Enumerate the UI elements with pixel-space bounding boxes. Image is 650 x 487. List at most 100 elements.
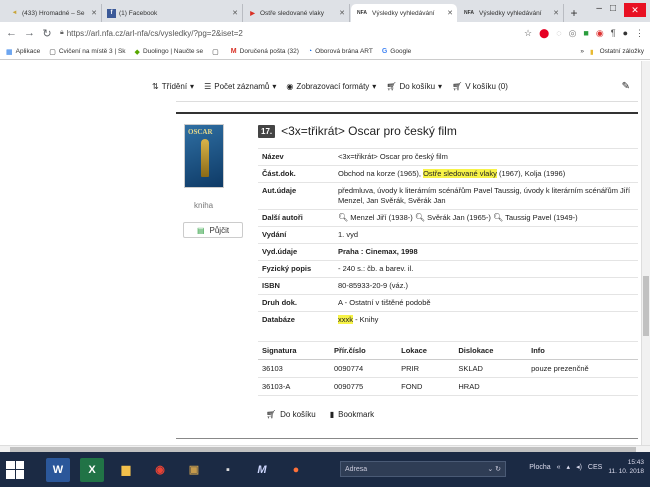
network-icon[interactable]: ▴	[567, 463, 571, 471]
extension-icon[interactable]: ◎	[569, 28, 577, 39]
chrome-icon[interactable]: ◉	[148, 458, 172, 482]
pinterest-icon[interactable]: ⬤	[539, 28, 549, 39]
extension-icon[interactable]: ¶	[611, 28, 616, 38]
minimize-icon[interactable]: –	[596, 3, 602, 17]
field-label: Databáze	[258, 311, 334, 328]
clock[interactable]: 15:43 11. 10. 2018	[608, 458, 644, 476]
count-dropdown[interactable]: ☰ Počet záznamů ▾	[204, 82, 276, 91]
column-header: Lokace	[397, 341, 455, 360]
list-icon: ☰	[204, 81, 212, 91]
eye-icon: ◉	[286, 81, 294, 91]
lock-icon: 🔒︎	[60, 29, 64, 36]
publisher-text: Praha : Cinemax, 1998	[338, 247, 418, 256]
menu-icon[interactable]: ⋮	[635, 28, 644, 39]
close-icon[interactable]: ✕	[339, 9, 345, 17]
reload-icon[interactable]: ↻	[42, 27, 52, 40]
bookmark-label: Aplikace	[15, 48, 41, 55]
field-label: Druh dok.	[258, 294, 334, 312]
field-value: 🔍︎ Menzel Jiří (1938-) 🔍︎ Svěrák Jan (19…	[334, 209, 638, 227]
volume-icon[interactable]: ◂)	[576, 463, 582, 471]
field-value: <3x=třikrát> Oscar pro český film	[334, 148, 638, 166]
firefox-icon[interactable]: ●	[284, 458, 308, 482]
bookmark-item[interactable]: ◆ Duolingo | Naučte se	[135, 48, 204, 56]
cart-icon: 🛒︎	[266, 410, 277, 419]
sort-dropdown[interactable]: ⇅ Třídění ▾	[152, 82, 194, 91]
bookmark-item[interactable]: G Google	[382, 48, 411, 55]
windows-start-icon[interactable]	[6, 460, 24, 479]
maximize-icon[interactable]: □	[610, 3, 616, 17]
to-cart-dropdown[interactable]: 🛒︎ Do košíku ▾	[386, 82, 442, 91]
browser-tab[interactable]: f (1) Facebook ✕	[103, 4, 243, 22]
taskbar: W X ▆ ◉ ▣ ▪ M ● Adresa ⌄ ↻ Plocha « ▴ ◂)…	[0, 452, 650, 487]
window-close-button[interactable]: ✕	[624, 3, 646, 17]
app-icon[interactable]: ▪	[216, 458, 240, 482]
horizontal-scrollbar[interactable]	[0, 445, 650, 452]
apps-icon: ▦	[6, 48, 13, 56]
vertical-scrollbar[interactable]	[641, 61, 650, 445]
clock-date: 11. 10. 2018	[608, 468, 644, 475]
bookmark-item[interactable]: ▢ Cvičení na místě 3 | Sk	[49, 48, 125, 56]
tab-favicon-icon: ▶	[250, 10, 255, 17]
to-cart-label: Do košíku	[399, 81, 436, 91]
add-to-cart-label: Do košíku	[280, 410, 316, 419]
close-icon[interactable]: ✕	[232, 9, 238, 17]
file-explorer-icon[interactable]: ▆	[114, 458, 138, 482]
table-cell: 36103	[258, 359, 331, 378]
browser-tab-active[interactable]: NFA Výsledky vyhledávání ✕	[351, 4, 457, 22]
field-label: Název	[258, 148, 334, 166]
bookmark-item[interactable]: ◔ Oborová brána ART	[308, 48, 373, 55]
extension-icon[interactable]: ◌	[556, 28, 561, 38]
forward-icon[interactable]: →	[24, 27, 35, 39]
author-link[interactable]: 🔍︎ Taussig Pavel (1949-)	[493, 213, 578, 222]
author-link[interactable]: 🔍︎ Menzel Jiří (1938-)	[338, 213, 413, 222]
language-indicator[interactable]: CES	[588, 464, 602, 471]
table-row: Název <3x=třikrát> Oscar pro český film	[258, 148, 638, 166]
pin-icon[interactable]: ✎	[622, 81, 630, 92]
add-to-cart-button[interactable]: 🛒︎ Do košíku	[266, 410, 316, 419]
field-label: Vyd.údaje	[258, 243, 334, 261]
browser-tab[interactable]: ▶ Ostře sledované vlaky ✕	[244, 4, 350, 22]
book-cover[interactable]: OSCAR	[184, 124, 224, 188]
highlighted-term: Ostře sledované vlaky	[423, 169, 497, 178]
extension-icon[interactable]: ◉	[596, 28, 604, 39]
app-icon[interactable]: ▣	[182, 458, 206, 482]
star-icon[interactable]: ☆	[524, 28, 532, 39]
other-bookmarks[interactable]: » ▮ Ostatní záložky	[580, 48, 644, 56]
close-icon[interactable]: ✕	[553, 9, 559, 17]
bookmark-item[interactable]: ▢	[212, 48, 222, 56]
app-icon[interactable]: M	[250, 458, 274, 482]
nfa-icon: NFA	[464, 10, 474, 16]
borrow-icon: ▤	[196, 225, 205, 235]
bookmark-item[interactable]: ▦ Aplikace	[6, 48, 40, 56]
taskbar-address-field[interactable]: Adresa ⌄ ↻	[340, 461, 506, 477]
browser-tab[interactable]: ◄ (433) Hromadné – Se ✕	[6, 4, 102, 22]
bookmark-button[interactable]: ▮ Bookmark	[330, 410, 374, 419]
new-tab-button[interactable]: +	[565, 4, 583, 22]
profile-avatar[interactable]: ●	[623, 28, 628, 38]
close-icon[interactable]: ✕	[447, 9, 453, 17]
borrow-button[interactable]: ▤ Půjčit	[183, 222, 243, 238]
column-header: Dislokace	[454, 341, 528, 360]
extension-icon[interactable]: ■	[583, 28, 588, 38]
bookmark-item[interactable]: M Doručená pošta (32)	[231, 48, 299, 55]
author-link[interactable]: 🔍︎ Svěrák Jan (1965-)	[415, 213, 491, 222]
address-bar[interactable]: 🔒︎ https://arl.nfa.cz/arl-nfa/cs/vysledk…	[60, 25, 516, 41]
word-icon[interactable]: W	[46, 457, 70, 482]
formats-dropdown[interactable]: ◉ Zobrazovací formáty ▾	[286, 82, 376, 91]
excel-icon[interactable]: X	[80, 457, 104, 482]
column-header: Přír.číslo	[330, 341, 398, 360]
in-cart-link[interactable]: 🛒︎ V košíku (0)	[452, 82, 508, 91]
table-row: Druh dok. A - Ostatní v tištěné podobě	[258, 294, 638, 312]
record-title-link[interactable]: <3x=třikrát> Oscar pro český film	[281, 124, 457, 138]
author-name: Taussig Pavel (1949-)	[505, 213, 578, 222]
back-icon[interactable]: ←	[6, 27, 17, 39]
nfa-icon: NFA	[357, 10, 367, 16]
desktop-label[interactable]: Plocha	[529, 464, 550, 471]
field-value: A - Ostatní v tištěné podobě	[334, 294, 638, 312]
google-icon: G	[381, 48, 388, 55]
browser-tab[interactable]: NFA Výsledky vyhledávání ✕	[458, 4, 564, 22]
gmail-icon: M	[230, 48, 237, 55]
scrollbar-thumb[interactable]	[643, 276, 649, 336]
tray-expand-icon[interactable]: «	[557, 464, 561, 471]
close-icon[interactable]: ✕	[91, 9, 97, 17]
